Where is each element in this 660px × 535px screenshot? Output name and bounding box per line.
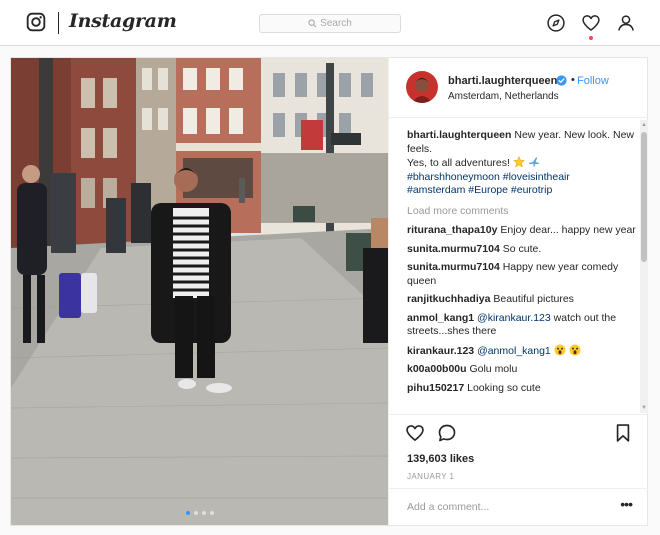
post-header: bharti.laughterqueen • Follow Amsterdam,…: [389, 58, 648, 118]
search-placeholder: Search: [320, 18, 352, 29]
instagram-wordmark[interactable]: Instagram: [69, 10, 177, 32]
caption-username[interactable]: bharti.laughterqueen: [407, 129, 511, 141]
comment-text: Enjoy dear... happy new year: [500, 224, 636, 236]
post-username[interactable]: bharti.laughterqueen: [448, 75, 557, 87]
comment-text: Golu molu: [469, 363, 518, 375]
carousel-dot: [193, 511, 198, 515]
carousel-indicator: [11, 511, 388, 515]
comment-username[interactable]: k00a00b00u: [407, 363, 467, 375]
scroll-up-arrow-icon[interactable]: ▲: [641, 122, 647, 128]
comment-item: ranjitkuchhadiya Beautiful pictures: [407, 293, 637, 307]
scream-emoji-icon: [569, 344, 581, 355]
avatar[interactable]: [406, 71, 438, 103]
post-date[interactable]: JANUARY 1: [407, 472, 454, 481]
likes-count[interactable]: 139,603 likes: [407, 453, 474, 465]
comment-text: Beautiful pictures: [493, 293, 574, 305]
star-emoji-icon: [512, 156, 525, 168]
comment-username[interactable]: kirankaur.123: [407, 345, 474, 357]
search-icon: [308, 19, 317, 28]
instagram-glyph-icon[interactable]: [26, 12, 46, 32]
post-actions: 139,603 likes JANUARY 1 Add a comment...…: [389, 414, 648, 525]
post-photo[interactable]: [11, 58, 388, 525]
comment-mention[interactable]: @kirankaur.123: [477, 312, 551, 324]
comment-username[interactable]: sunita.murmu7104: [407, 261, 500, 273]
heart-icon[interactable]: [581, 13, 601, 33]
airplane-emoji-icon: [528, 157, 539, 167]
carousel-dot-active: [185, 511, 190, 515]
add-comment-input[interactable]: Add a comment...: [407, 501, 489, 513]
comment-item: kirankaur.123 @anmol_kang1: [407, 344, 637, 359]
post-location[interactable]: Amsterdam, Netherlands: [448, 91, 559, 102]
comment-item: pihu150217 Looking so cute: [407, 382, 637, 396]
load-more-comments-link[interactable]: Load more comments: [407, 205, 637, 219]
logo-divider: [58, 12, 59, 34]
separator-dot: •: [571, 74, 575, 86]
comments-list[interactable]: bharti.laughterqueen New year. New look.…: [407, 129, 637, 413]
comment-username[interactable]: anmol_kang1: [407, 312, 474, 324]
comment-username[interactable]: pihu150217: [407, 382, 464, 394]
person-icon[interactable]: [616, 13, 636, 33]
caption-hashtags[interactable]: #amsterdam #Europe #eurotrip: [407, 184, 552, 196]
follow-button[interactable]: Follow: [577, 75, 609, 87]
comment-text: So cute.: [502, 242, 542, 255]
caption: bharti.laughterqueen New year. New look.…: [407, 129, 637, 198]
comment-text: Looking so cute: [467, 381, 541, 394]
comment-item: anmol_kang1 @kirankaur.123 watch out the…: [407, 312, 637, 339]
comment-username[interactable]: ranjitkuchhadiya: [407, 293, 490, 305]
search-input[interactable]: Search: [259, 14, 401, 33]
carousel-dot: [209, 511, 214, 515]
bookmark-icon[interactable]: [613, 423, 633, 443]
comment-username[interactable]: sunita.murmu7104: [407, 243, 500, 255]
scream-emoji-icon: [554, 344, 566, 355]
comment-item: riturana_thapa10y Enjoy dear... happy ne…: [407, 224, 637, 238]
comments-scrollbar[interactable]: ▲ ▼: [640, 120, 648, 413]
comment-mention[interactable]: @anmol_kang1: [477, 345, 551, 357]
comment-item: sunita.murmu7104 Happy new year comedy q…: [407, 261, 637, 288]
carousel-dot: [201, 511, 206, 515]
heart-outline-icon[interactable]: [405, 423, 425, 443]
scrollbar-thumb[interactable]: [641, 132, 647, 262]
post-side-panel: bharti.laughterqueen • Follow Amsterdam,…: [388, 58, 648, 525]
compass-icon[interactable]: [546, 13, 566, 33]
caption-line2: Yes, to all adventures!: [407, 157, 510, 169]
comment-item: sunita.murmu7104 So cute.: [407, 243, 637, 257]
notification-dot: [589, 36, 593, 40]
comment-item: k00a00b00u Golu molu: [407, 363, 637, 377]
street-photo-illustration: [11, 58, 388, 525]
caption-hashtags[interactable]: #bharshhoneymoon #loveisintheair: [407, 171, 570, 183]
speech-bubble-icon[interactable]: [437, 423, 457, 443]
add-comment-bar: Add a comment... •••: [389, 488, 648, 526]
more-options-button[interactable]: •••: [620, 496, 633, 512]
top-nav-bar: Instagram Search: [0, 0, 660, 46]
comment-username[interactable]: riturana_thapa10y: [407, 224, 497, 236]
verified-badge-icon: [556, 75, 567, 86]
scroll-down-arrow-icon[interactable]: ▼: [641, 405, 647, 411]
post-card: bharti.laughterqueen • Follow Amsterdam,…: [10, 57, 648, 526]
